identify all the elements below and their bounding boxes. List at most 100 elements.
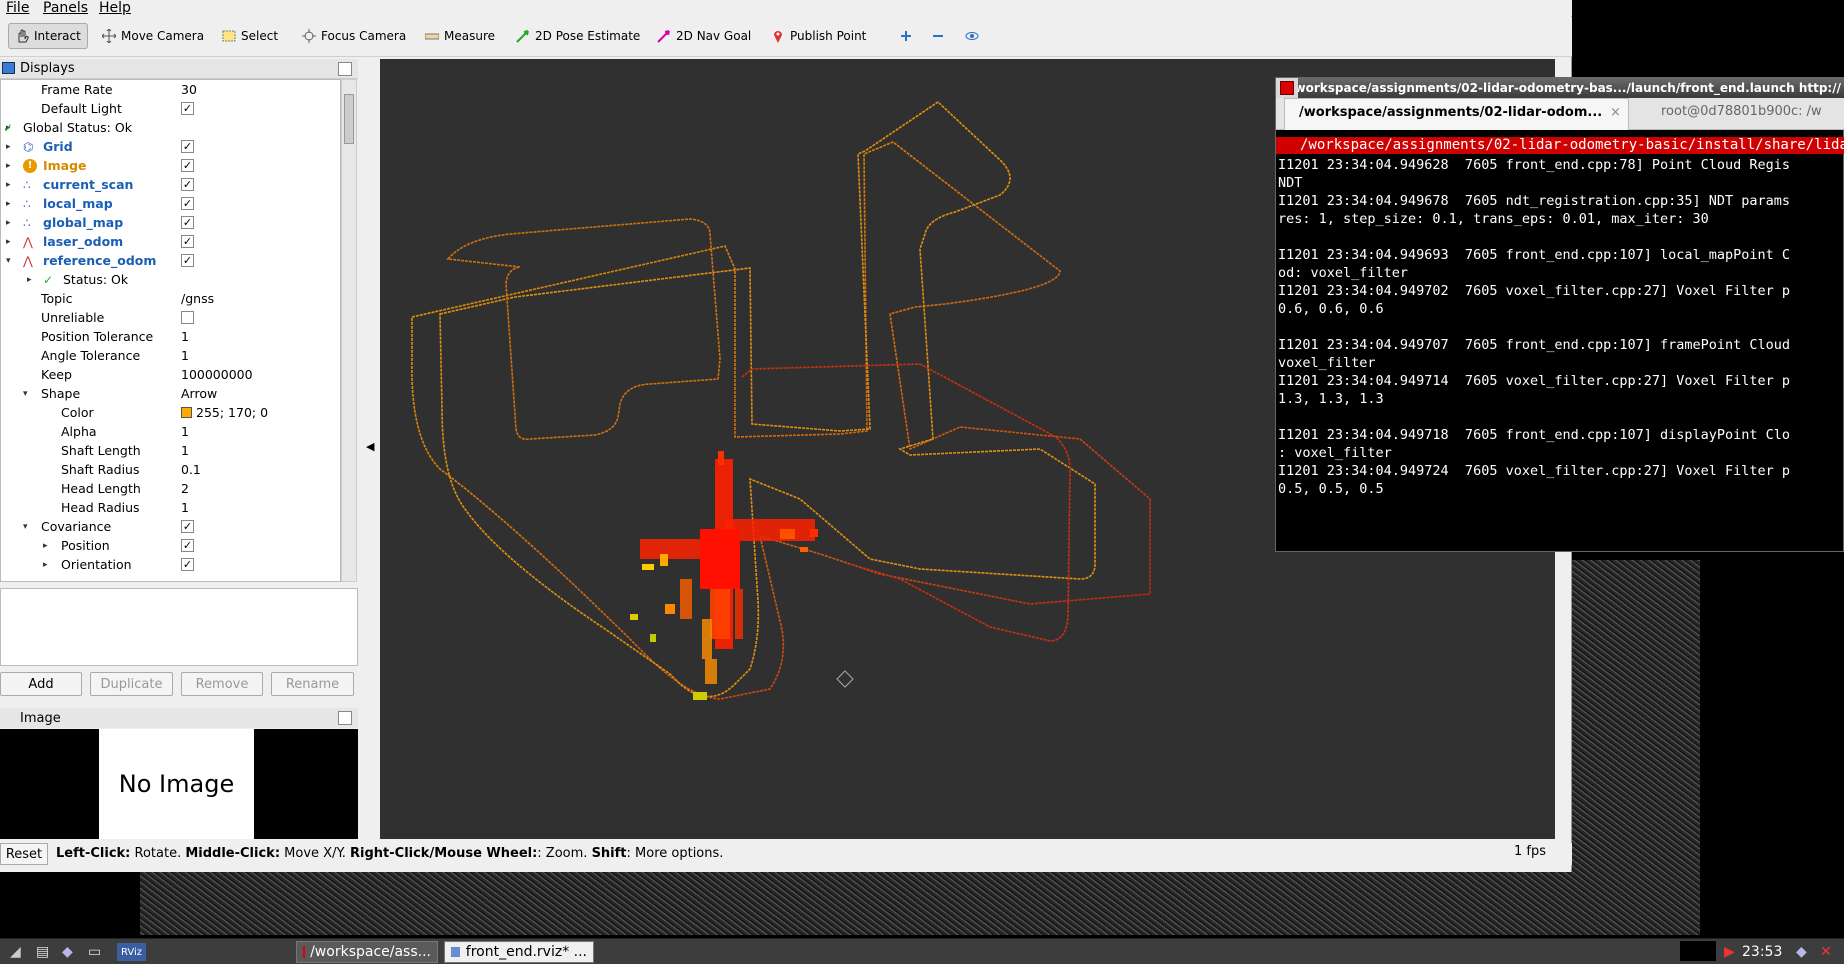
display-row-value[interactable]: 1 <box>181 443 189 458</box>
collapse-arrow-icon[interactable]: ▾ <box>6 256 11 266</box>
displays-scrollbar[interactable] <box>341 79 357 582</box>
expand-arrow-icon[interactable]: ▸ <box>43 560 48 570</box>
display-row-value-cell[interactable]: 2 <box>181 481 189 496</box>
display-row-unreliable[interactable]: Unreliable <box>1 308 340 327</box>
display-row-value-cell[interactable]: 1 <box>181 348 189 363</box>
display-checkbox[interactable]: ✓ <box>181 159 194 172</box>
nav-goal-tool[interactable]: 2D Nav Goal <box>651 23 757 49</box>
rename-display-button[interactable]: Rename <box>271 672 354 696</box>
display-row-angle-tolerance[interactable]: Angle Tolerance 1 <box>1 346 340 365</box>
display-checkbox[interactable]: ✓ <box>181 558 194 571</box>
display-row-grid[interactable]: ▸ ⌬ Grid ✓ <box>1 137 340 156</box>
collapse-arrow-icon[interactable]: ▾ <box>23 522 28 532</box>
window-icon[interactable]: ▭ <box>82 941 107 963</box>
scroll-thumb[interactable] <box>344 94 354 144</box>
display-row-value-cell[interactable]: 1 <box>181 424 189 439</box>
pose-estimate-tool[interactable]: 2D Pose Estimate <box>510 23 646 49</box>
interact-tool[interactable]: Interact <box>8 23 88 49</box>
start-menu-icon[interactable]: ◢ <box>4 941 27 963</box>
menu-help[interactable]: Help <box>99 0 131 16</box>
display-row-value[interactable]: 255; 170; 0 <box>196 405 268 420</box>
display-checkbox[interactable]: ✓ <box>181 520 194 533</box>
display-row-keep[interactable]: Keep 100000000 <box>1 365 340 384</box>
taskbar-terminal[interactable]: /workspace/ass... <box>296 941 438 963</box>
display-row-global-map[interactable]: ▸ ∴ global_map ✓ <box>1 213 340 232</box>
display-row-frame-rate[interactable]: Frame Rate 30 <box>1 80 340 99</box>
focus-camera-tool[interactable]: Focus Camera <box>296 23 412 49</box>
display-row-current-scan[interactable]: ▸ ∴ current_scan ✓ <box>1 175 340 194</box>
add-display-button[interactable]: Add <box>0 672 82 696</box>
display-checkbox[interactable]: ✓ <box>181 254 194 267</box>
expand-arrow-icon[interactable]: ▸ <box>6 142 11 152</box>
menu-file[interactable]: File <box>6 0 29 16</box>
rviz-icon[interactable]: RViz <box>117 943 147 961</box>
display-row-value[interactable]: Arrow <box>181 386 217 401</box>
display-row-color[interactable]: Color 255; 170; 0 <box>1 403 340 422</box>
display-row-value-cell[interactable]: 255; 170; 0 <box>181 405 268 420</box>
display-row-reference-odom[interactable]: ▾ ⋀ reference_odom ✓ <box>1 251 340 270</box>
move-camera-tool[interactable]: Move Camera <box>96 23 210 49</box>
display-row-value[interactable]: 1 <box>181 329 189 344</box>
display-row-value-cell[interactable]: Arrow <box>181 386 217 401</box>
remove-display-button[interactable]: Remove <box>181 672 263 696</box>
files-icon[interactable]: ▤ <box>30 941 55 963</box>
close-tab-icon[interactable]: × <box>1610 105 1621 120</box>
display-row-value[interactable]: 1 <box>181 348 189 363</box>
expand-arrow-icon[interactable]: ▸ <box>6 180 11 190</box>
color-swatch[interactable] <box>181 407 192 418</box>
select-tool[interactable]: Select <box>216 23 284 49</box>
display-row-value-cell[interactable]: 1 <box>181 443 189 458</box>
terminal-tab-1[interactable]: /workspace/assignments/02-lidar-odom... … <box>1284 98 1629 130</box>
display-row-value[interactable]: 1 <box>181 424 189 439</box>
display-row-head-radius[interactable]: Head Radius 1 <box>1 498 340 517</box>
display-checkbox[interactable]: ✓ <box>181 235 194 248</box>
expand-arrow-icon[interactable]: ▸ <box>43 541 48 551</box>
display-checkbox[interactable]: ✓ <box>181 539 194 552</box>
display-row-value[interactable]: 0.1 <box>181 462 201 477</box>
display-checkbox[interactable]: ✓ <box>181 197 194 210</box>
display-row-shape[interactable]: ▾ Shape Arrow <box>1 384 340 403</box>
display-row-value-cell[interactable]: 100000000 <box>181 367 253 382</box>
display-row-value[interactable]: 30 <box>181 82 197 97</box>
display-row-value-cell[interactable]: 1 <box>181 329 189 344</box>
add-tool-button[interactable] <box>893 23 919 49</box>
display-row-laser-odom[interactable]: ▸ ⋀ laser_odom ✓ <box>1 232 340 251</box>
display-row-value-cell[interactable]: 1 <box>181 500 189 515</box>
display-row-value[interactable]: 100000000 <box>181 367 253 382</box>
measure-tool[interactable]: Measure <box>419 23 501 49</box>
display-row-shaft-length[interactable]: Shaft Length 1 <box>1 441 340 460</box>
display-row-shaft-radius[interactable]: Shaft Radius 0.1 <box>1 460 340 479</box>
display-row-value[interactable]: 1 <box>181 500 189 515</box>
display-row-status-ok[interactable]: ▸ ✓ Status: Ok <box>1 270 340 289</box>
display-row-topic[interactable]: Topic/gnss <box>1 289 340 308</box>
expand-arrow-icon[interactable]: ▸ <box>6 199 11 209</box>
display-row-alpha[interactable]: Alpha 1 <box>1 422 340 441</box>
expand-arrow-icon[interactable]: ▸ <box>6 237 11 247</box>
duplicate-display-button[interactable]: Duplicate <box>90 672 173 696</box>
remove-tool-button[interactable] <box>925 23 951 49</box>
tray-diamond-icon[interactable]: ◆ <box>1790 941 1813 963</box>
display-checkbox[interactable]: ✓ <box>181 178 194 191</box>
display-checkbox[interactable]: ✓ <box>181 102 194 115</box>
tray-close-icon[interactable]: ✕ <box>1814 941 1838 963</box>
expand-arrow-icon[interactable]: ▸ <box>6 161 11 171</box>
display-row-position[interactable]: ▸ Position ✓ <box>1 536 340 555</box>
image-undock-button[interactable] <box>338 711 352 725</box>
display-checkbox[interactable]: ✓ <box>181 216 194 229</box>
taskbar-rviz[interactable]: front_end.rviz* ... <box>444 941 594 963</box>
diamond-icon[interactable]: ◆ <box>56 941 79 963</box>
menu-panels[interactable]: Panels <box>43 0 88 16</box>
display-row-local-map[interactable]: ▸ ∴ local_map ✓ <box>1 194 340 213</box>
collapse-arrow-icon[interactable]: ▾ <box>23 389 28 399</box>
display-checkbox[interactable]: ✓ <box>181 140 194 153</box>
display-row-value-cell[interactable]: /gnss <box>181 291 214 306</box>
terminal-tab-2[interactable]: root@0d78801b900c: /w <box>1661 104 1822 119</box>
display-row-image[interactable]: ▸! Image ✓ <box>1 156 340 175</box>
display-row-value[interactable]: 2 <box>181 481 189 496</box>
display-row-default-light[interactable]: Default Light ✓ <box>1 99 340 118</box>
display-row-value[interactable]: /gnss <box>181 291 214 306</box>
display-row-head-length[interactable]: Head Length 2 <box>1 479 340 498</box>
undock-button[interactable] <box>338 62 352 76</box>
expand-arrow-icon[interactable]: ▸ <box>6 218 11 228</box>
display-row-value-cell[interactable]: 30 <box>181 82 197 97</box>
